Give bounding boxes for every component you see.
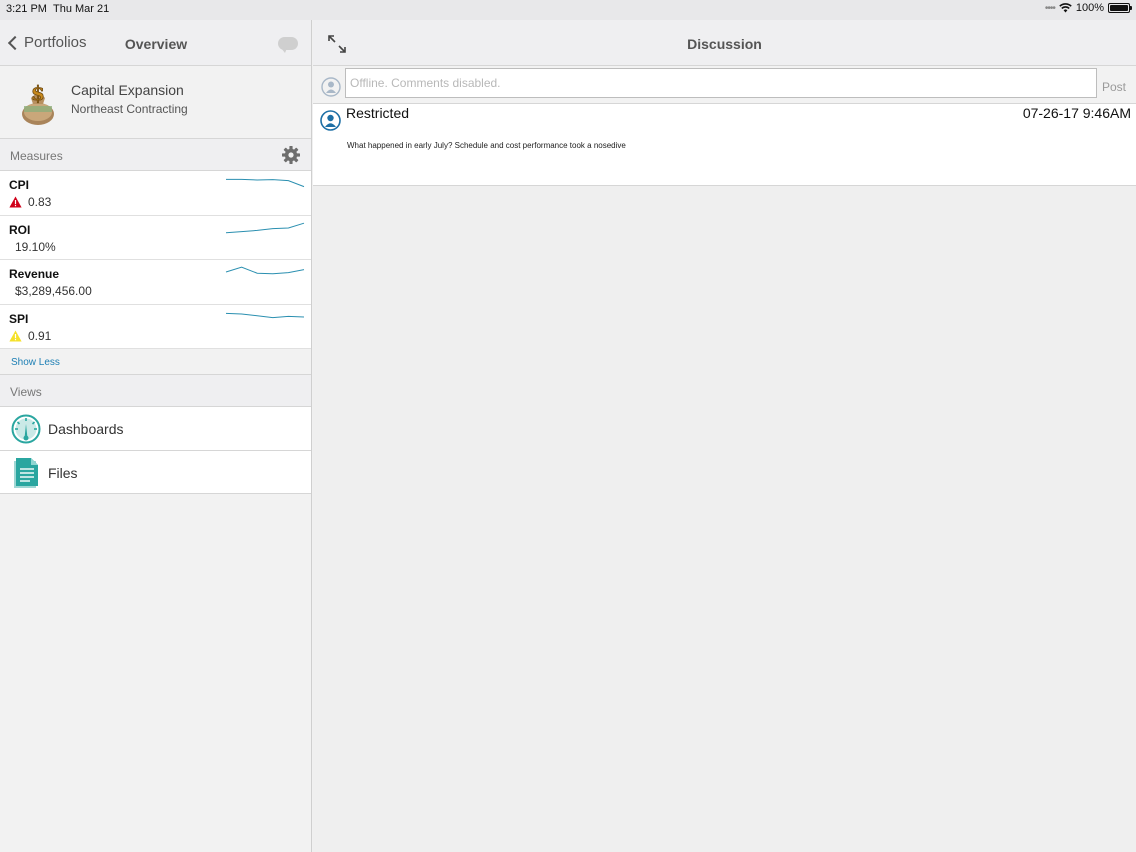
gear-icon[interactable]: [281, 145, 301, 165]
post-body: What happened in early July? Schedule an…: [347, 141, 626, 150]
wifi-icon: [1059, 3, 1072, 13]
chat-bubble-icon[interactable]: [278, 37, 298, 53]
measure-sparkline: [225, 266, 305, 275]
project-header: $ Capital Expansion Northeast Contractin…: [0, 66, 311, 139]
views-header: Views: [0, 375, 311, 407]
status-indicators: •••• 100%: [1044, 2, 1132, 14]
status-time: 3:21 PM: [6, 3, 47, 15]
cellular-signal-icon: ••••: [1044, 2, 1056, 14]
battery-percent: 100%: [1075, 2, 1104, 14]
status-bar: 3:21 PM Thu Mar 21 •••• 100%: [0, 0, 1136, 20]
user-avatar-icon: [320, 110, 341, 131]
measure-row-roi[interactable]: ROI 19.10%: [0, 215, 311, 260]
discussion-nav-bar: Discussion: [313, 20, 1136, 66]
measures-header: Measures: [0, 139, 311, 171]
measure-row-revenue[interactable]: Revenue $3,289,456.00: [0, 260, 311, 305]
post-timestamp: 07-26-17 9:46AM: [1022, 105, 1131, 121]
measure-sparkline: [226, 178, 305, 188]
view-item-label: Dashboards: [48, 421, 124, 437]
view-item-dashboards[interactable]: Dashboards: [0, 407, 311, 451]
measure-row-cpi[interactable]: CPI 0.83: [0, 171, 311, 216]
measure-name: Revenue: [9, 267, 60, 281]
comment-bar: Post: [313, 66, 1136, 104]
sidebar-pane: Portfolios Overview $ Capital Expansion …: [0, 20, 312, 852]
project-organization: Northeast Contracting: [71, 102, 188, 116]
dashboard-gauge-icon: [11, 414, 41, 444]
discussion-pane: Discussion Post Restricted 07-26-17 9:46…: [313, 20, 1136, 852]
measure-name: ROI: [9, 222, 31, 237]
alert-yellow-icon: [9, 330, 22, 341]
views-header-label: Views: [10, 385, 42, 399]
measure-value: $3,289,456.00: [15, 284, 92, 298]
measures-header-label: Measures: [10, 149, 63, 163]
measure-value: 0.83: [28, 195, 52, 209]
sidebar-title: Overview: [124, 36, 188, 52]
user-avatar-icon: [321, 77, 341, 97]
measure-row-spi[interactable]: SPI 0.91: [0, 304, 311, 349]
post-button[interactable]: Post: [1102, 80, 1126, 94]
measure-value: 0.91: [28, 328, 52, 343]
document-icon: [14, 457, 38, 488]
money-bag-icon: $: [22, 81, 54, 125]
discussion-post: Restricted 07-26-17 9:46AM What happened…: [313, 104, 1136, 186]
sidebar-nav-bar: Portfolios Overview: [0, 20, 311, 66]
alert-red-icon: [9, 196, 22, 208]
view-item-files[interactable]: Files: [0, 450, 311, 494]
measure-sparkline: [225, 222, 305, 233]
post-author: Restricted: [346, 105, 410, 121]
project-name: Capital Expansion: [71, 82, 184, 98]
measure-name: SPI: [9, 311, 29, 326]
svg-text:$: $: [31, 81, 45, 105]
measure-name: CPI: [9, 178, 30, 192]
comment-input[interactable]: [345, 68, 1097, 98]
measure-value: 19.10%: [15, 239, 56, 254]
measure-sparkline: [225, 312, 305, 318]
view-item-label: Files: [48, 464, 78, 481]
show-less-row: Show Less: [0, 349, 311, 375]
battery-icon: [1108, 3, 1132, 13]
discussion-title: Discussion: [687, 36, 762, 52]
show-less-link[interactable]: Show Less: [11, 357, 60, 368]
status-date: Thu Mar 21: [53, 3, 110, 15]
